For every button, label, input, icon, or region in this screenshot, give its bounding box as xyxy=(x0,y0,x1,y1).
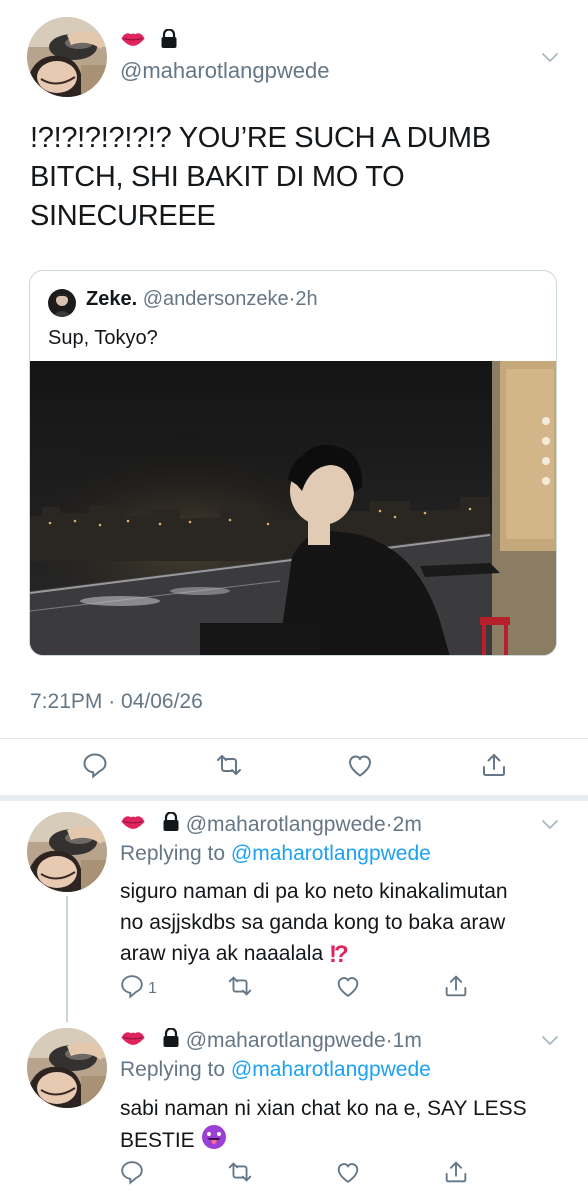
like-icon[interactable] xyxy=(334,972,364,1002)
avatar[interactable] xyxy=(27,812,107,892)
tweet-text-line: SINECUREEE xyxy=(30,200,216,232)
tweet-text-line: !?!?!?!?!?!? YOU’RE SUCH A DUMB xyxy=(30,122,491,154)
reply-text-line: araw niya ak naaalala !? xyxy=(120,938,508,970)
reply-header: @maharotlangpwede·1m xyxy=(120,1027,422,1054)
quote-author-handle: @andersonzeke xyxy=(142,288,289,310)
reply-count: 1 xyxy=(148,980,157,997)
chevron-down-icon[interactable] xyxy=(541,50,559,62)
separator-dot: · xyxy=(385,813,393,836)
avatar[interactable] xyxy=(27,17,107,97)
reply-text-line: siguro naman di pa ko neto kinakalimutan xyxy=(120,880,508,903)
lips-emoji-icon xyxy=(120,30,146,53)
reply-text: sabi naman ni xian chat ko na e, SAY LES… xyxy=(120,1093,527,1159)
share-icon[interactable] xyxy=(442,972,472,1002)
share-icon[interactable] xyxy=(479,750,509,780)
reply-text-line: sabi naman ni xian chat ko na e, SAY LES… xyxy=(120,1097,527,1120)
retweet-icon[interactable] xyxy=(226,972,256,1002)
quote-avatar xyxy=(48,289,76,317)
reply-text: siguro naman di pa ko neto kinakalimutan… xyxy=(120,876,508,970)
avatar[interactable] xyxy=(27,1028,107,1108)
replying-to-link[interactable]: @maharotlangpwede xyxy=(231,1058,431,1081)
retweet-icon[interactable] xyxy=(226,1158,256,1188)
replying-to-link[interactable]: @maharotlangpwede xyxy=(231,842,431,865)
like-icon[interactable] xyxy=(334,1158,364,1188)
tongue-face-icon xyxy=(201,1124,227,1159)
lips-emoji-icon xyxy=(120,813,146,837)
quote-author-name: Zeke. xyxy=(86,288,138,310)
tweet-timestamp: 7:21PM · 04/06/26 xyxy=(30,690,203,713)
reply-text-line: BESTIE xyxy=(120,1124,527,1159)
tweet-text: !?!?!?!?!?!? YOU’RE SUCH A DUMB BITCH, S… xyxy=(30,119,491,236)
separator-dot: · xyxy=(385,1029,393,1052)
thread-line xyxy=(66,896,68,1022)
replying-prefix: Replying to xyxy=(120,1058,226,1081)
quote-tweet-card[interactable]: Zeke. @andersonzeke·2h Sup, Tokyo? xyxy=(29,270,557,656)
tweet-text-line: BITCH, SHI BAKIT DI MO TO xyxy=(30,161,405,193)
share-icon[interactable] xyxy=(442,1158,472,1188)
quote-photo[interactable] xyxy=(30,361,556,655)
chevron-down-icon[interactable] xyxy=(541,1033,559,1045)
lock-icon xyxy=(160,28,178,54)
lock-icon xyxy=(162,1027,180,1054)
reply-time: 1m xyxy=(392,1029,422,1052)
divider xyxy=(0,738,588,739)
retweet-icon[interactable] xyxy=(214,750,244,780)
reply-icon[interactable] xyxy=(80,750,110,780)
reply-text-span: BESTIE xyxy=(120,1129,195,1153)
lock-icon xyxy=(162,811,180,838)
like-icon[interactable] xyxy=(345,750,375,780)
quote-time: 2h xyxy=(295,288,318,310)
chevron-down-icon[interactable] xyxy=(541,817,559,829)
replying-to: Replying to @maharotlangpwede xyxy=(120,1058,431,1082)
lips-emoji-icon xyxy=(120,1029,146,1053)
reply-text-line: no asjjskdbs sa ganda kong to baka araw xyxy=(120,911,506,934)
replying-prefix: Replying to xyxy=(120,842,226,865)
quote-header: Zeke. @andersonzeke·2h xyxy=(86,288,318,311)
quote-text: Sup, Tokyo? xyxy=(48,327,158,349)
reply-text-span: araw niya ak naaalala xyxy=(120,942,324,965)
reply-icon[interactable] xyxy=(118,972,148,1002)
reply-handle[interactable]: @maharotlangpwede xyxy=(186,813,386,836)
reply-header: @maharotlangpwede·2m xyxy=(120,811,422,838)
reply-handle[interactable]: @maharotlangpwede xyxy=(186,1029,386,1052)
author-handle[interactable]: @maharotlangpwede xyxy=(120,58,329,84)
reply-icon[interactable] xyxy=(118,1158,148,1188)
reply-time: 2m xyxy=(392,813,422,836)
section-divider xyxy=(0,795,588,801)
replying-to: Replying to @maharotlangpwede xyxy=(120,842,431,866)
exclamation-question-icon: !? xyxy=(328,940,349,968)
